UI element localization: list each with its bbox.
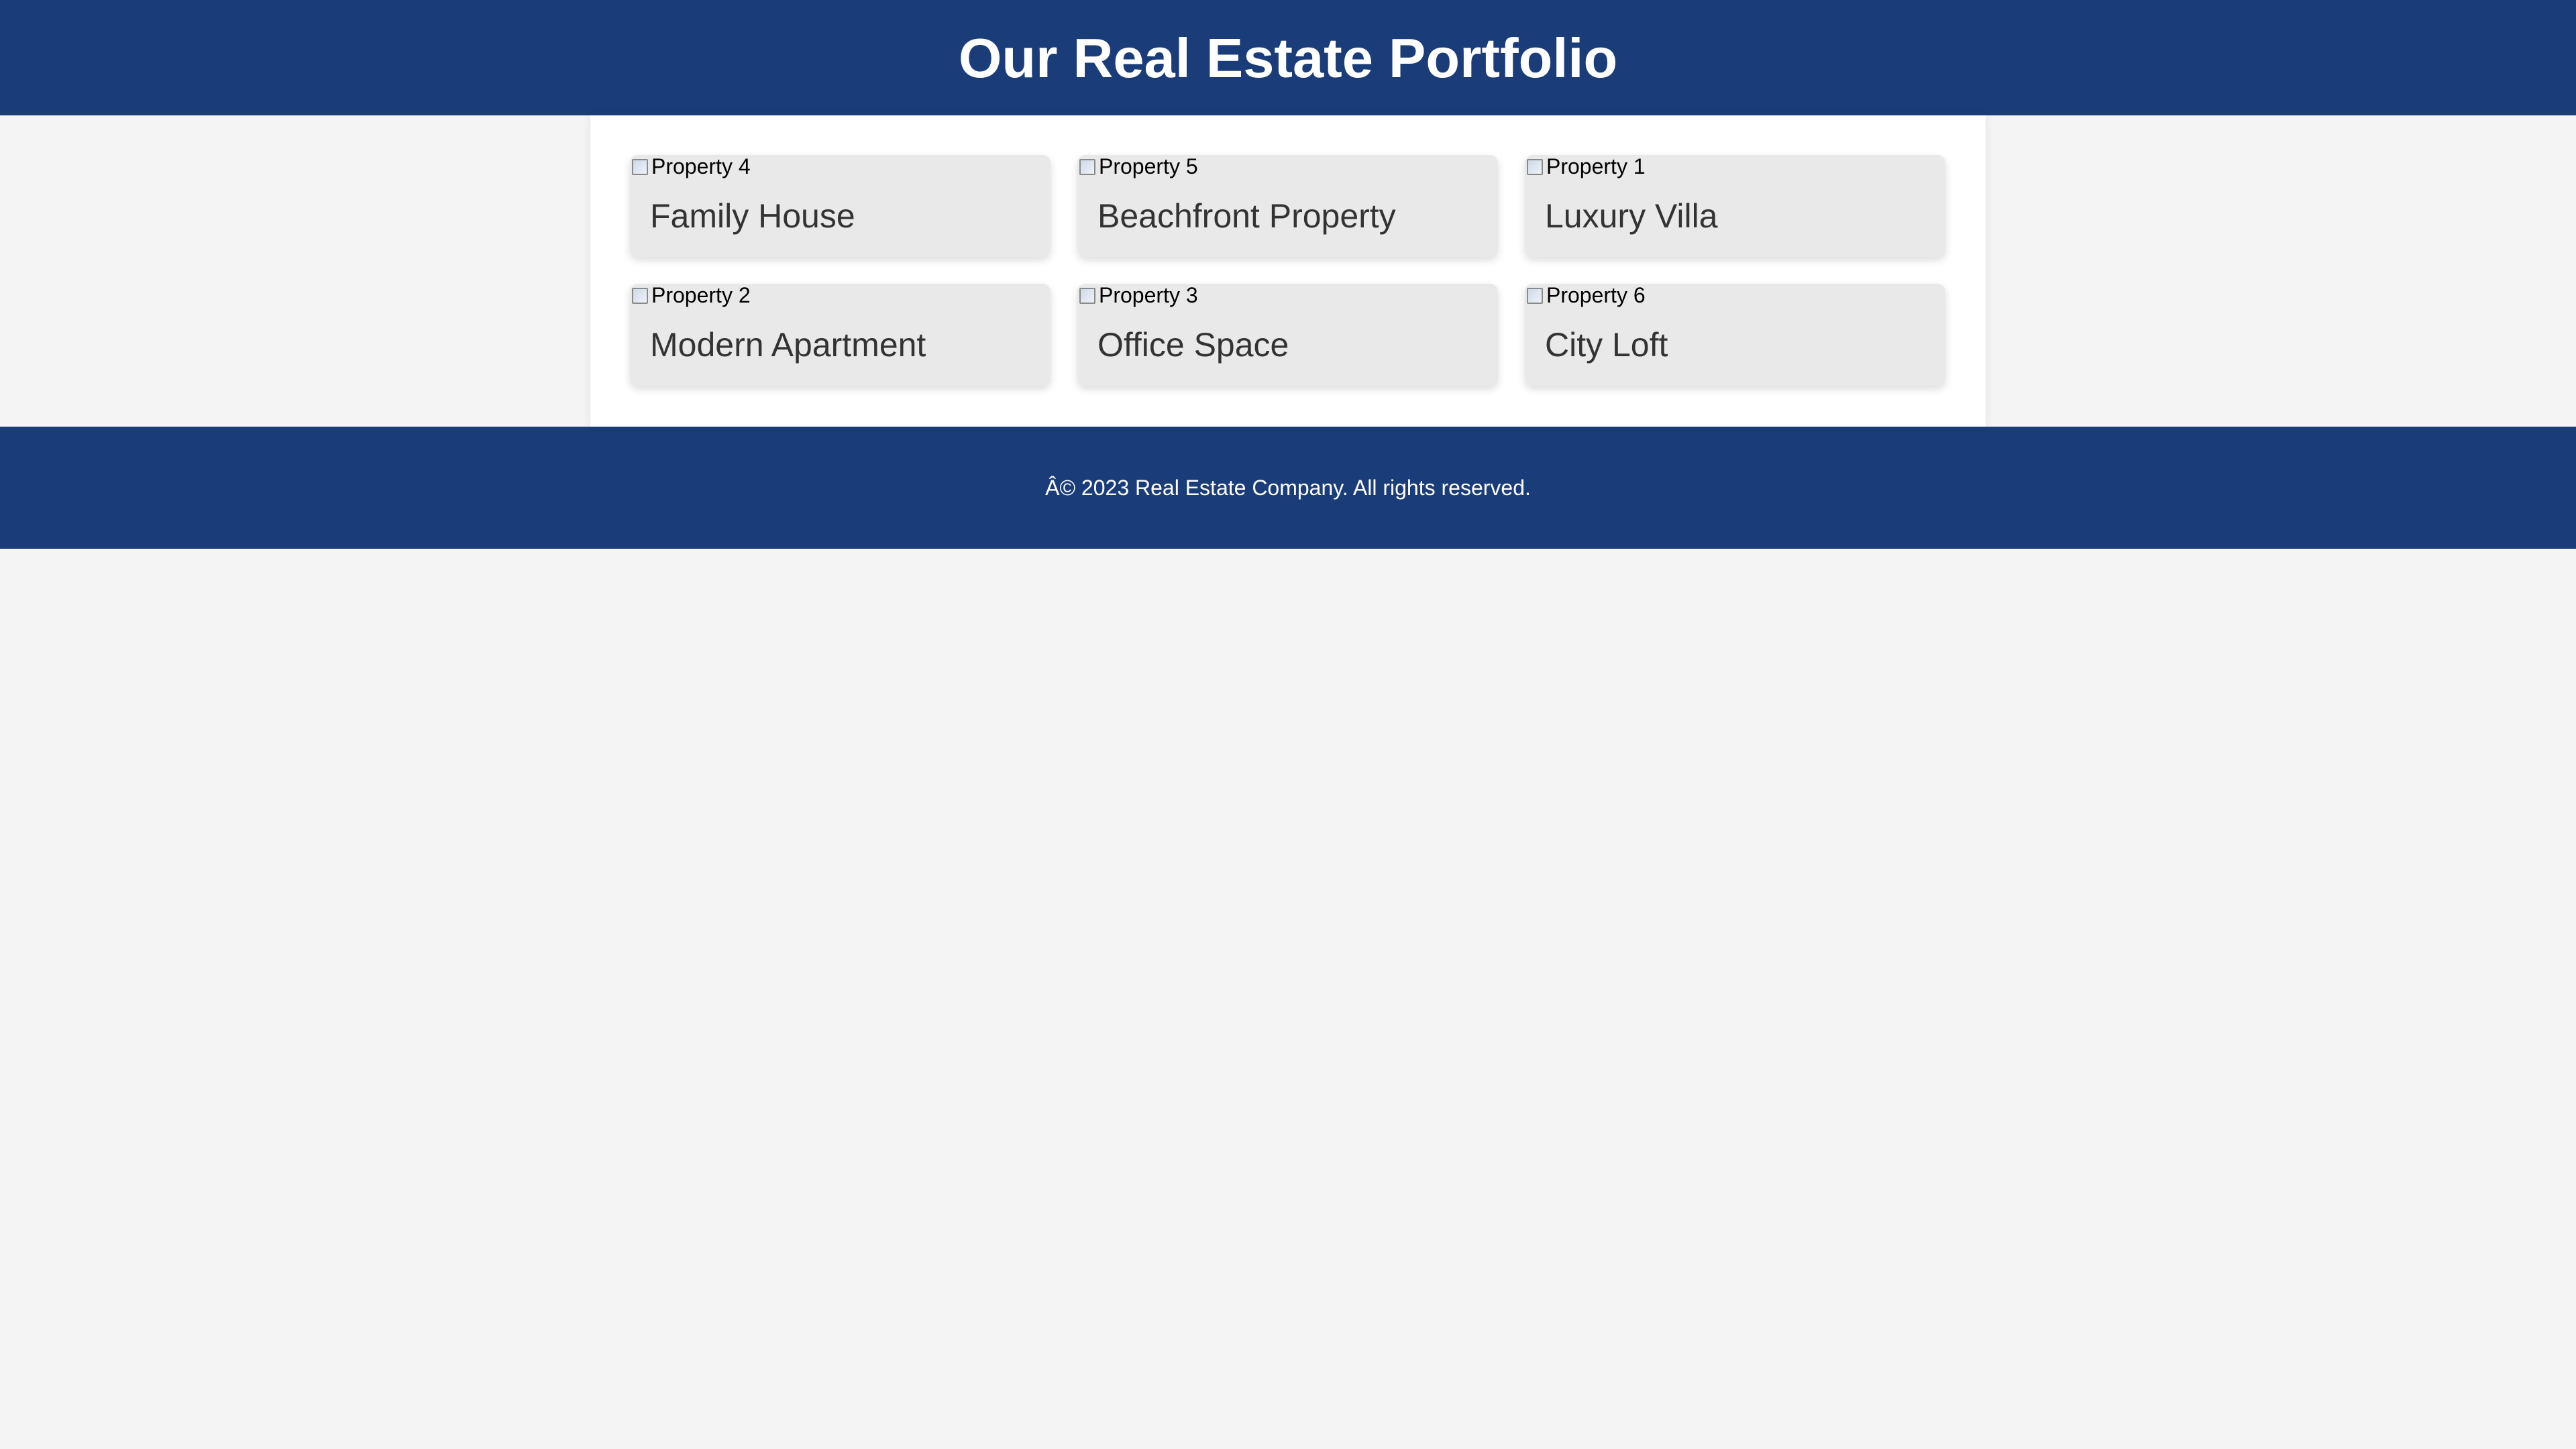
property-image: Property 5 (1077, 155, 1198, 178)
property-image: Property 6 (1525, 284, 1646, 307)
property-card[interactable]: Property 3 Office Space (1077, 284, 1498, 386)
broken-image-icon (1525, 285, 1545, 305)
property-card[interactable]: Property 6 City Loft (1525, 284, 1945, 386)
property-image-alt: Property 3 (1099, 284, 1198, 307)
property-image-alt: Property 6 (1546, 284, 1646, 307)
property-image: Property 1 (1525, 155, 1646, 178)
property-title: Family House (650, 197, 855, 235)
property-image: Property 3 (1077, 284, 1198, 307)
property-image: Property 4 (630, 155, 751, 178)
broken-image-icon (1525, 156, 1545, 176)
broken-image-icon (1077, 156, 1097, 176)
property-card[interactable]: Property 2 Modern Apartment (630, 284, 1051, 386)
property-image-alt: Property 1 (1546, 155, 1646, 178)
property-card[interactable]: Property 1 Luxury Villa (1525, 155, 1945, 257)
property-title: Luxury Villa (1545, 197, 1718, 235)
page-title: Our Real Estate Portfolio (958, 26, 1618, 89)
property-card[interactable]: Property 5 Beachfront Property (1077, 155, 1498, 257)
property-grid: Property 4 Family House Property 5 Beach… (630, 155, 1946, 386)
property-title: Modern Apartment (650, 326, 926, 364)
property-image-alt: Property 5 (1099, 155, 1198, 178)
broken-image-icon (1077, 285, 1097, 305)
property-title: City Loft (1545, 326, 1668, 364)
site-footer: Â© 2023 Real Estate Company. All rights … (0, 427, 2576, 549)
copyright-text: Â© 2023 Real Estate Company. All rights … (1045, 476, 1531, 500)
broken-image-icon (630, 285, 650, 305)
property-image-alt: Property 2 (651, 284, 751, 307)
property-image-alt: Property 4 (651, 155, 751, 178)
property-title: Beachfront Property (1097, 197, 1396, 235)
property-card[interactable]: Property 4 Family House (630, 155, 1051, 257)
portfolio-container: Property 4 Family House Property 5 Beach… (590, 115, 1986, 427)
property-image: Property 2 (630, 284, 751, 307)
property-title: Office Space (1097, 326, 1289, 364)
broken-image-icon (630, 156, 650, 176)
site-header: Our Real Estate Portfolio (0, 0, 2576, 115)
